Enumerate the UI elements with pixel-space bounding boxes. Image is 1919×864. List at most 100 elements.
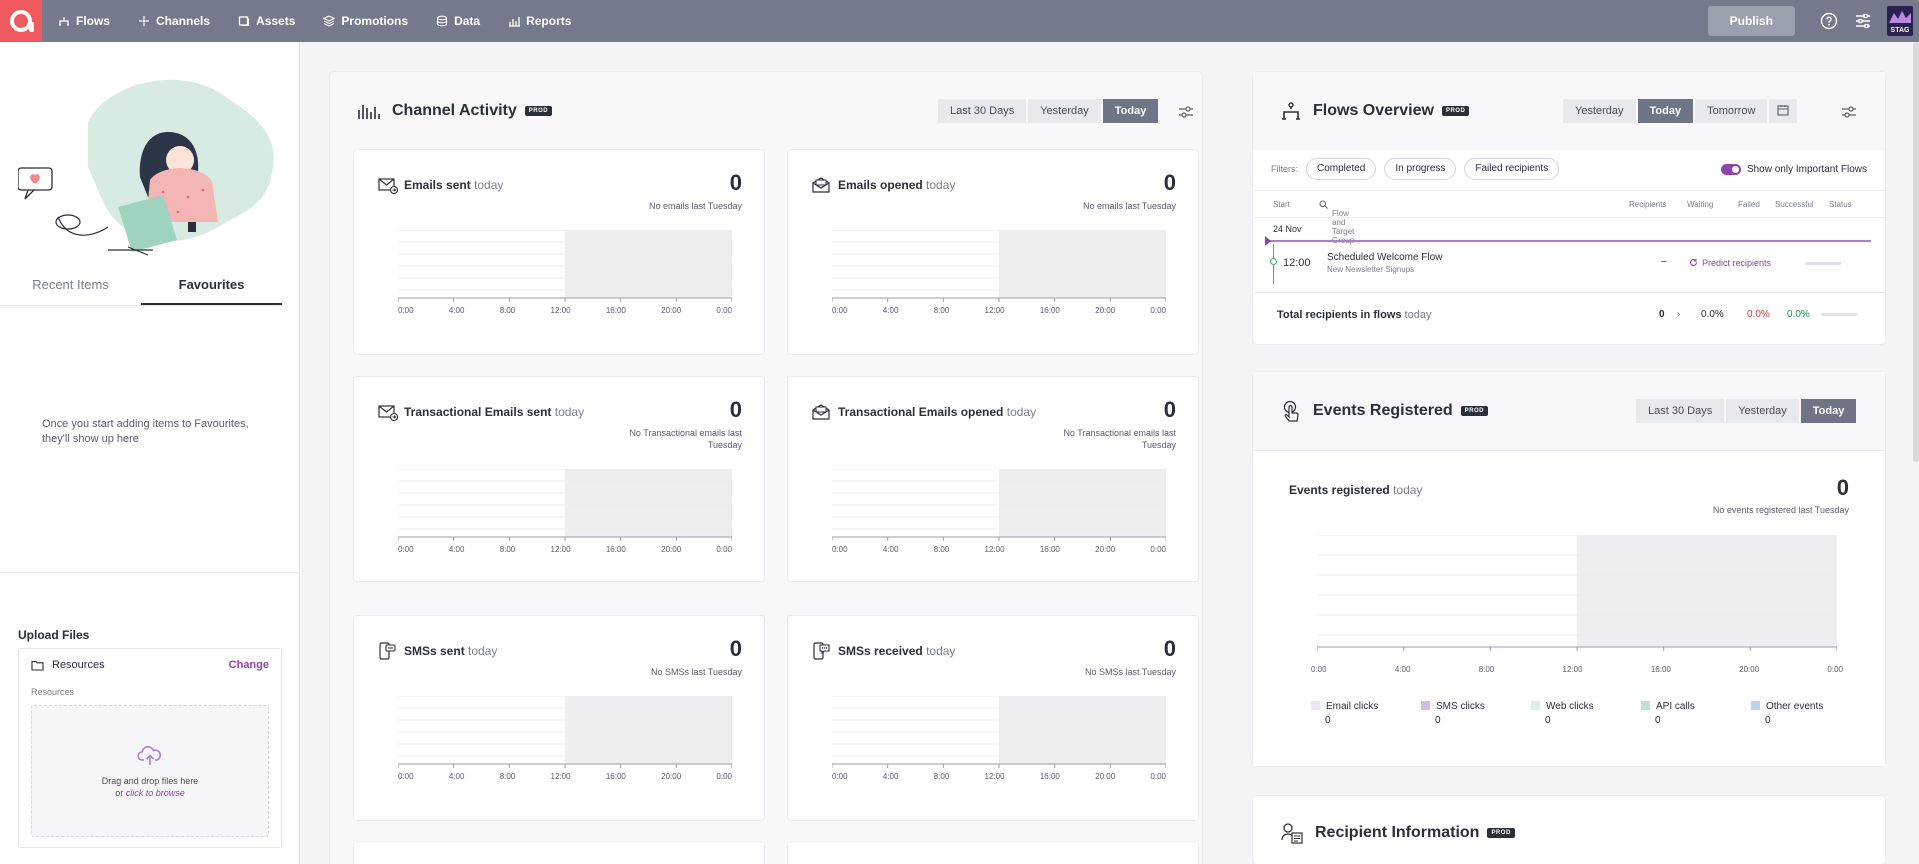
legend-item-email-clicks[interactable]: Email clicks 0 [1311,701,1421,726]
tick-label: 16:00 [1650,665,1671,674]
filter-in-progress[interactable]: In progress [1384,158,1457,180]
col-status: Status [1829,200,1852,209]
range-last-30-days[interactable]: Last 30 Days [938,99,1027,123]
sidebar-divider [0,572,300,573]
total-status-bar [1821,313,1857,316]
important-flows-toggle[interactable]: Show only Important Flows [1720,163,1867,175]
file-drop-zone[interactable]: Drag and drop files here or click to bro… [31,705,269,837]
predict-recipients-link[interactable]: Predict recipients [1689,258,1771,268]
filter-settings-icon[interactable] [1178,104,1194,120]
range-today[interactable]: Today [1102,99,1159,123]
range-yesterday[interactable]: Yesterday [1563,99,1636,123]
nav-item-reports[interactable]: Reports [508,14,571,28]
metric-comparison: No SMSs last Tuesday [1084,667,1176,677]
recipient-information-panel: Recipient Information PROD [1253,796,1885,864]
tick-label: 8:00 [499,772,516,781]
tick-label: 8:00 [499,545,516,554]
tick-label: 16:00 [1039,306,1060,315]
nav-label: Assets [256,14,296,28]
flows-overview-panel: Flows Overview PROD Yesterday Today Tomo… [1253,72,1885,344]
metric-title: SMSs received today [838,644,955,658]
metric-name: Transactional Emails sent [404,405,552,419]
nav-item-data[interactable]: Data [436,14,480,28]
tick-label: 0:00 [832,545,848,554]
tick-label: 0:00 [716,545,732,554]
toggle-label: Show only Important Flows [1746,163,1867,175]
nav-item-assets[interactable]: Assets [238,14,295,28]
flows-total-row: Total recipients in flows today 0 › 0.0%… [1253,292,1885,334]
events-title-text: Events registered [1289,483,1390,497]
nav-label: Data [454,14,481,28]
legend-item-other-events[interactable]: Other events 0 [1751,701,1861,726]
filter-settings-icon[interactable] [1841,104,1857,120]
metric-title: SMSs sent today [404,644,497,658]
page-scrollbar[interactable] [1913,42,1919,462]
tick-label: 8:00 [499,306,516,315]
range-tomorrow[interactable]: Tomorrow [1695,99,1768,123]
legend-item-web-clicks[interactable]: Web clicks 0 [1531,701,1641,726]
folder-path: Resources [31,687,75,697]
filter-completed[interactable]: Completed [1306,158,1377,180]
tick-label: 0:00 [398,772,414,781]
left-sidebar: Recent Items Favourites Once you start a… [0,42,300,864]
promotions-icon [323,15,336,27]
cloud-upload-icon [137,746,162,765]
nav-item-promotions[interactable]: Promotions [323,14,408,28]
reports-icon [509,17,521,27]
metric-title: Emails opened today [838,178,955,192]
recipient-information-header: Recipient Information PROD [1253,796,1885,864]
nav-item-flows[interactable]: Flows [58,14,110,28]
calendar-icon [1777,105,1789,116]
channel-activity-panel: Channel Activity PROD Last 30 Days Yeste… [330,72,1202,864]
range-yesterday[interactable]: Yesterday [1028,99,1101,123]
nav-label: Flows [76,14,111,28]
metric-chart [398,696,732,768]
calendar-button[interactable] [1769,99,1798,123]
flow-name[interactable]: Scheduled Welcome Flow [1327,252,1442,263]
filter-failed-recipients[interactable]: Failed recipients [1464,158,1560,180]
toggle-switch[interactable] [1720,163,1741,175]
assets-icon [238,16,250,27]
prod-badge: PROD [1460,406,1488,416]
tick-label: 20:00 [1095,772,1116,781]
flows-filters: Filters: Completed In progress Failed re… [1271,158,1867,180]
metric-comparison: No emails last Tuesday [648,201,742,211]
tick-label: 20:00 [661,306,682,315]
col-recipients: Recipients [1629,200,1667,209]
tab-recent-items[interactable]: Recent Items [0,264,141,305]
tick-label: 8:00 [933,306,950,315]
tab-favourites[interactable]: Favourites [141,264,282,305]
legend-label: Web clicks [1546,701,1594,712]
col-flow-search[interactable]: Flow and Target Group [1319,200,1354,245]
metric-comparison: No Transactional emails last Tuesday [629,428,742,450]
metric-value: 0 [1163,170,1176,195]
tick-label: 8:00 [933,545,950,554]
x-axis-ticks: 0:00 4:00 8:00 12:00 16:00 20:00 0:00 [832,306,1166,315]
recipient-icon [1281,823,1303,844]
browse-link[interactable]: click to browse [126,788,185,798]
favourites-empty-message: Once you start adding items to Favourite… [42,417,272,447]
metric-name: Emails sent [404,178,471,192]
flows-overview-title: Flows Overview [1313,102,1434,119]
legend-item-api-calls[interactable]: API calls 0 [1641,701,1751,726]
change-folder-button[interactable]: Change [229,659,269,671]
environment-badge[interactable]: STAG [1887,6,1913,36]
range-today[interactable]: Today [1637,99,1694,123]
tick-label: 0:00 [398,545,414,554]
x-axis-ticks: 0:00 4:00 8:00 12:00 16:00 20:00 0:00 [1311,665,1843,674]
range-last-30-days[interactable]: Last 30 Days [1636,399,1725,423]
publish-button[interactable]: Publish [1707,6,1795,36]
tick-label: 0:00 [832,772,848,781]
tick-label: 16:00 [605,545,626,554]
prod-badge: PROD [524,106,553,116]
range-yesterday[interactable]: Yesterday [1726,399,1799,423]
flow-row[interactable]: 12:00 Scheduled Welcome Flow New Newslet… [1267,244,1871,284]
help-icon[interactable] [1819,11,1839,31]
settings-sliders-icon[interactable] [1853,11,1873,31]
metric-name: Transactional Emails opened [838,405,1004,419]
app-logo[interactable] [0,0,42,42]
legend-item-sms-clicks[interactable]: SMS clicks 0 [1421,701,1531,726]
nav-item-channels[interactable]: Channels [138,14,210,28]
range-today[interactable]: Today [1800,399,1857,423]
expand-chevron[interactable]: › [1677,309,1680,320]
